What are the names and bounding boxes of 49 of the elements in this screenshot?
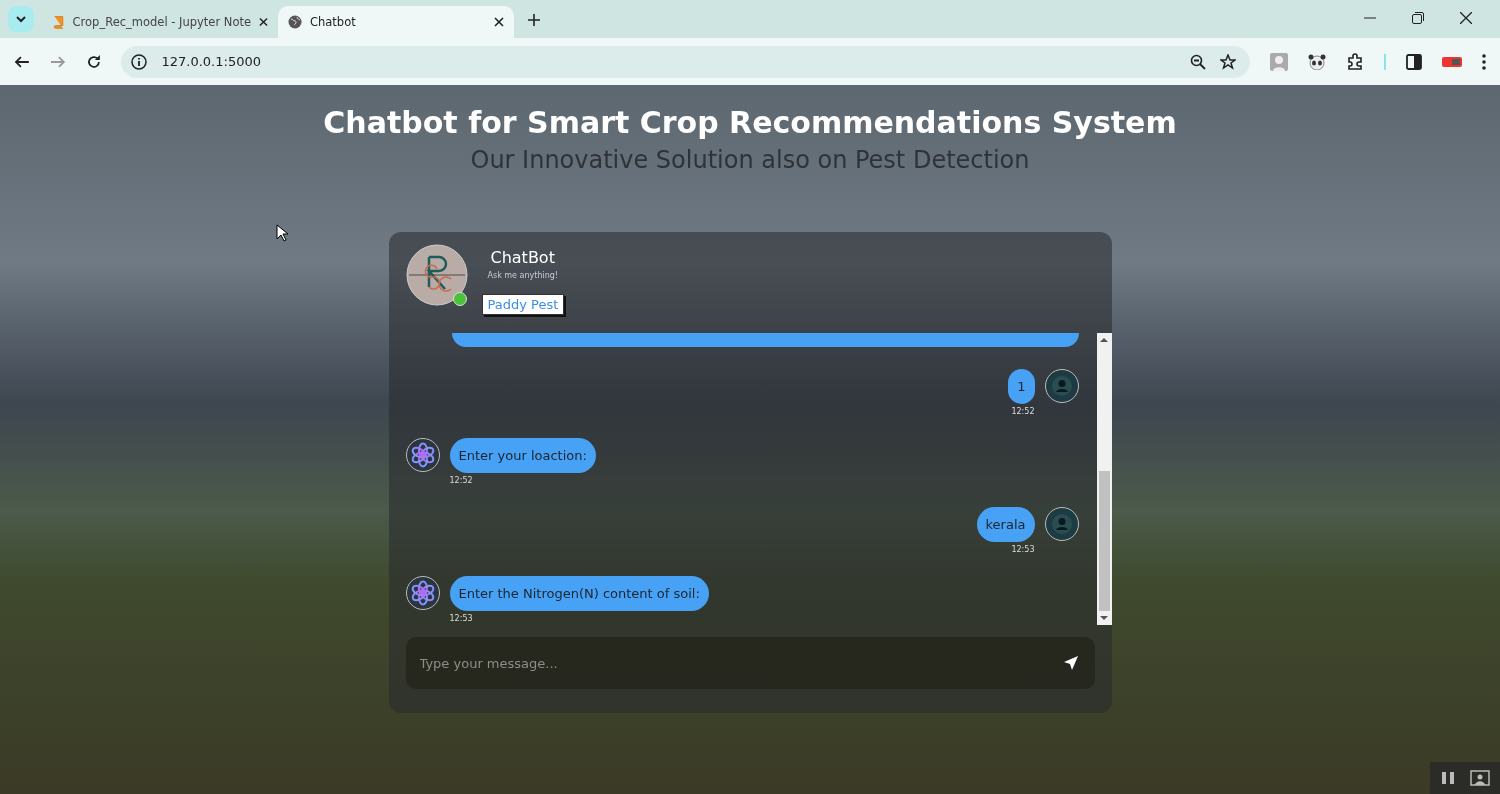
message-bar[interactable]: Type your message... <box>405 637 1095 689</box>
scroll-down-icon[interactable] <box>1100 615 1108 621</box>
extensions-icon[interactable] <box>1346 52 1364 71</box>
pause-icon[interactable] <box>1440 770 1456 786</box>
person-icon <box>1050 513 1073 535</box>
bot-message: Enter the Nitrogen(N) content of soil: <box>449 576 709 611</box>
send-icon[interactable] <box>1062 655 1079 671</box>
bot-message: Enter your loaction: <box>449 438 596 473</box>
tab-title: Chatbot <box>310 15 357 29</box>
message-time: 12:53 <box>1011 545 1035 554</box>
info-icon <box>131 53 148 70</box>
restore-icon[interactable] <box>1412 12 1424 24</box>
book-icon <box>52 15 65 29</box>
globe-icon <box>288 15 302 29</box>
page-title: Chatbot for Smart Crop Recommendations System <box>323 105 1177 140</box>
address-bar[interactable]: 127.0.0.1:5000 <box>121 45 1250 78</box>
tab-title: Crop_Rec_model - Jupyter Note <box>72 15 252 29</box>
side-panel-icon[interactable] <box>1406 53 1422 70</box>
message-time: 12:52 <box>449 476 473 485</box>
bot-name: ChatBot <box>490 248 555 267</box>
scrollbar[interactable] <box>1096 333 1112 625</box>
scroll-up-icon[interactable] <box>1100 337 1108 343</box>
mouse-cursor-icon <box>276 224 288 242</box>
tab-search-button[interactable] <box>8 6 34 32</box>
user-message: 1 <box>1008 369 1035 404</box>
monogram-logo <box>405 244 468 306</box>
panda-icon[interactable] <box>1308 53 1326 70</box>
recorder-icon[interactable] <box>1442 56 1462 67</box>
chevron-down-icon <box>15 15 27 23</box>
bot-tagline: Ask me anything! <box>487 271 559 280</box>
picture-in-picture-icon[interactable] <box>1470 770 1490 786</box>
close-icon[interactable] <box>494 17 504 27</box>
tooltip: Paddy Pest <box>481 294 565 315</box>
menu-icon[interactable] <box>1482 53 1486 70</box>
browser-tab[interactable]: Chatbot <box>278 6 514 38</box>
user-message: kerala <box>976 507 1035 542</box>
message-input[interactable]: Type your message... <box>417 654 1053 672</box>
person-icon <box>1050 375 1073 397</box>
close-icon[interactable] <box>259 17 268 27</box>
browser-tab[interactable]: Crop_Rec_model - Jupyter Note <box>42 6 278 38</box>
message-time: 12:53 <box>449 614 473 623</box>
new-tab-icon[interactable] <box>528 14 540 26</box>
forward-icon[interactable] <box>49 53 66 70</box>
star-icon[interactable] <box>1220 53 1236 70</box>
zoom-out-icon[interactable] <box>1190 53 1206 70</box>
reload-icon[interactable] <box>85 53 102 70</box>
page-subtitle: Our Innovative Solution also on Pest Detection <box>470 146 1030 174</box>
message-time: 12:52 <box>1011 407 1035 416</box>
close-icon[interactable] <box>1460 12 1472 24</box>
